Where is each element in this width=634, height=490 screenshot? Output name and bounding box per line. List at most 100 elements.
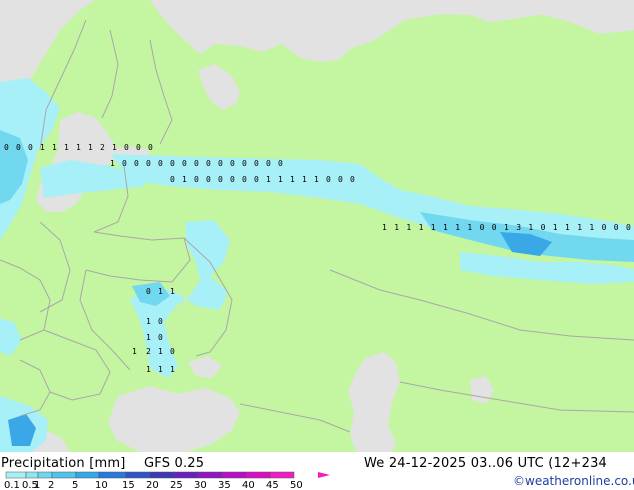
station-value: 1 <box>40 143 45 152</box>
station-value: 0 <box>602 223 607 232</box>
station-value: 1 <box>88 143 93 152</box>
station-value: 2 <box>146 347 151 356</box>
legend-swatch <box>245 471 271 479</box>
parameter-label: Precipitation [mm] <box>1 456 126 471</box>
station-value: 1 <box>443 223 448 232</box>
legend-tick-label: 0.1 <box>4 480 20 490</box>
station-value: 0 <box>182 159 187 168</box>
station-value: 0 <box>146 287 151 296</box>
station-value: 0 <box>158 333 163 342</box>
legend-tick-label: 50 <box>290 480 303 490</box>
station-value: 0 <box>28 143 33 152</box>
station-value: 0 <box>254 175 259 184</box>
model-label: GFS 0.25 <box>144 456 205 471</box>
station-value: 0 <box>170 175 175 184</box>
station-value: 0 <box>148 143 153 152</box>
station-value: 1 <box>406 223 411 232</box>
station-value: 1 <box>394 223 399 232</box>
legend-tick-label: 1 <box>34 480 40 490</box>
legend-swatch <box>75 471 100 479</box>
station-value: 0 <box>136 143 141 152</box>
legend-tick-label: 20 <box>146 480 159 490</box>
station-value: 1 <box>419 223 424 232</box>
station-value: 1 <box>528 223 533 232</box>
station-value: 1 <box>158 365 163 374</box>
station-value: 1 <box>266 175 271 184</box>
legend-tick-label: 15 <box>122 480 135 490</box>
station-value: 0 <box>170 347 175 356</box>
station-value: 1 <box>553 223 558 232</box>
legend-arrow <box>318 472 330 478</box>
station-value: 0 <box>614 223 619 232</box>
legend-tick-label: 5 <box>72 480 78 490</box>
station-value: 0 <box>242 159 247 168</box>
legend-swatch <box>197 471 223 479</box>
station-value: 0 <box>206 159 211 168</box>
station-value: 0 <box>338 175 343 184</box>
station-value: 0 <box>626 223 631 232</box>
precipitation-map: 0 0 0 1 1 1 1 1 2 1 0 0 01 0 0 0 0 0 0 0 0 0 0 0 0 0 00 1 0 0 0 0 0 0 1 1 1 1… <box>0 0 634 452</box>
legend-swatch <box>37 471 53 479</box>
station-value: 2 <box>100 143 105 152</box>
station-value: 0 <box>122 159 127 168</box>
legend-tick-label: 10 <box>95 480 108 490</box>
station-value: 1 <box>170 365 175 374</box>
station-value: 1 <box>76 143 81 152</box>
station-value: 0 <box>134 159 139 168</box>
station-value: 3 <box>516 223 521 232</box>
legend-tick-label: 35 <box>218 480 231 490</box>
legend-swatch <box>25 471 39 479</box>
legend-tick-label: 40 <box>242 480 255 490</box>
legend-tick-label: 45 <box>266 480 279 490</box>
station-value: 1 <box>146 365 151 374</box>
legend-swatch <box>173 471 199 479</box>
legend-swatch <box>125 471 151 479</box>
station-value: 1 <box>467 223 472 232</box>
station-value: 1 <box>278 175 283 184</box>
station-value: 1 <box>314 175 319 184</box>
station-value: 1 <box>158 347 163 356</box>
legend-swatch <box>221 471 247 479</box>
station-value: 1 <box>132 347 137 356</box>
station-value: 0 <box>492 223 497 232</box>
station-value: 0 <box>326 175 331 184</box>
station-value: 1 <box>182 175 187 184</box>
station-value: 0 <box>278 159 283 168</box>
station-value: 1 <box>290 175 295 184</box>
station-value: 0 <box>16 143 21 152</box>
station-value: 0 <box>218 159 223 168</box>
legend-swatch <box>5 471 27 479</box>
station-value: 0 <box>541 223 546 232</box>
station-value: 1 <box>382 223 387 232</box>
station-value: 0 <box>124 143 129 152</box>
legend-swatch <box>149 471 175 479</box>
station-value: 1 <box>158 287 163 296</box>
station-value: 1 <box>431 223 436 232</box>
station-value: 0 <box>230 175 235 184</box>
station-value: 0 <box>350 175 355 184</box>
station-value: 1 <box>455 223 460 232</box>
station-value: 1 <box>504 223 509 232</box>
credit-link[interactable]: ©weatheronline.co.uk <box>513 474 634 488</box>
station-value: 1 <box>302 175 307 184</box>
station-value: 0 <box>194 175 199 184</box>
station-value: 0 <box>146 159 151 168</box>
station-value: 0 <box>254 159 259 168</box>
station-value: 0 <box>158 317 163 326</box>
station-value: 1 <box>64 143 69 152</box>
legend-tick-label: 30 <box>194 480 207 490</box>
station-value: 1 <box>589 223 594 232</box>
station-value: 0 <box>230 159 235 168</box>
station-value: 0 <box>242 175 247 184</box>
station-value: 1 <box>577 223 582 232</box>
legend-swatch <box>98 471 127 479</box>
legend-tick-label: 25 <box>170 480 183 490</box>
valid-time-label: We 24-12-2025 03..06 UTC (12+234 <box>364 456 608 471</box>
station-value: 1 <box>110 159 115 168</box>
station-value: 0 <box>158 159 163 168</box>
station-value: 1 <box>52 143 57 152</box>
station-value: 0 <box>194 159 199 168</box>
station-value: 1 <box>565 223 570 232</box>
station-value: 1 <box>146 317 151 326</box>
station-value: 1 <box>146 333 151 342</box>
